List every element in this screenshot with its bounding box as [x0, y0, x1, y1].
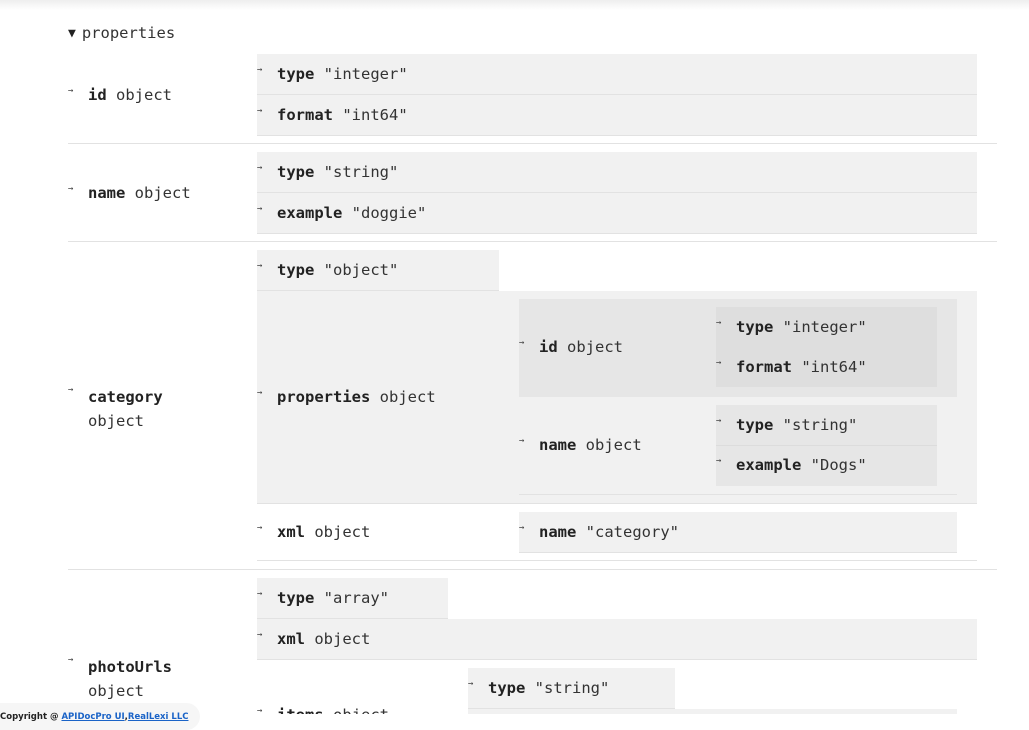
- arrow-icon: →: [68, 184, 74, 194]
- properties-toggle-label: properties: [81, 24, 176, 42]
- arrow-icon: →: [68, 655, 74, 665]
- name-example-row: example "doggie": [277, 204, 427, 222]
- property-key: category: [88, 388, 163, 406]
- property-separator: [68, 143, 997, 144]
- property-key: name: [88, 184, 126, 202]
- property-photoUrls[interactable]: photoUrls object: [88, 655, 172, 703]
- property-name[interactable]: name object: [88, 184, 191, 202]
- divider: [519, 494, 957, 495]
- property-type: object: [88, 412, 144, 430]
- photoUrls-type-row: type "array": [277, 589, 389, 607]
- property-key: photoUrls: [88, 658, 172, 676]
- arrow-icon: →: [257, 589, 263, 599]
- items-type-row: type "string": [488, 679, 610, 697]
- photoUrls-items-row[interactable]: items object: [277, 706, 389, 714]
- divider: [257, 233, 977, 234]
- nested-property-name[interactable]: name object: [539, 436, 642, 454]
- xml-name-row: name "category": [539, 523, 679, 541]
- arrow-icon: →: [68, 86, 74, 96]
- arrow-icon: →: [257, 523, 263, 533]
- divider: [716, 445, 937, 446]
- divider: [519, 552, 957, 553]
- nested-name-type-row: type "string": [736, 416, 858, 434]
- schema-viewer: ▼ properties → id object → type "integer…: [0, 0, 1029, 714]
- divider: [257, 192, 977, 193]
- arrow-icon: →: [68, 385, 74, 395]
- property-category[interactable]: category object: [88, 385, 163, 433]
- properties-toggle[interactable]: ▼ properties: [68, 24, 175, 42]
- arrow-icon: →: [519, 338, 525, 348]
- name-type-row: type "string": [277, 163, 399, 181]
- divider: [257, 94, 977, 95]
- divider: [257, 503, 977, 504]
- category-type-row: type "object": [277, 261, 399, 279]
- arrow-icon: →: [257, 706, 263, 714]
- category-properties-row[interactable]: properties object: [277, 388, 436, 406]
- nested-name-example-row: example "Dogs": [736, 456, 867, 474]
- copyright-footer: Copyright @ APIDocPro UI, RealLexi LLC: [0, 703, 201, 730]
- items-next-box: [468, 709, 957, 714]
- arrow-icon: →: [716, 416, 722, 426]
- property-type: object: [88, 682, 144, 700]
- arrow-icon: →: [716, 358, 722, 368]
- divider: [257, 659, 977, 660]
- property-key: id: [88, 86, 107, 104]
- nested-id-format-row: format "int64": [736, 358, 867, 376]
- arrow-icon: →: [519, 523, 525, 533]
- arrow-icon: →: [257, 65, 263, 75]
- divider: [257, 560, 977, 561]
- arrow-icon: →: [257, 204, 263, 214]
- photoUrls-xml-row[interactable]: xml object: [277, 630, 370, 648]
- nested-property-id[interactable]: id object: [539, 338, 623, 356]
- id-type-row: type "integer": [277, 65, 408, 83]
- arrow-icon: →: [716, 456, 722, 466]
- arrow-icon: →: [468, 679, 474, 689]
- copyright-text: Copyright @: [0, 711, 59, 722]
- arrow-icon: →: [257, 106, 263, 116]
- arrow-icon: →: [519, 436, 525, 446]
- category-xml-row[interactable]: xml object: [277, 523, 370, 541]
- id-format-row: format "int64": [277, 106, 408, 124]
- arrow-icon: →: [257, 261, 263, 271]
- nested-id-type-row: type "integer": [736, 318, 867, 336]
- arrow-icon: →: [257, 388, 263, 398]
- triangle-down-icon: ▼: [68, 25, 76, 41]
- property-type: object: [116, 86, 173, 104]
- arrow-icon: →: [257, 163, 263, 173]
- divider: [257, 135, 977, 136]
- property-type: object: [134, 184, 191, 202]
- reallexi-link[interactable]: RealLexi LLC: [128, 712, 189, 722]
- property-separator: [68, 569, 997, 570]
- arrow-icon: →: [257, 630, 263, 640]
- arrow-icon: →: [716, 318, 722, 328]
- property-separator: [68, 241, 997, 242]
- property-id[interactable]: id object: [88, 86, 172, 104]
- apidocpro-link[interactable]: APIDocPro UI: [61, 712, 124, 722]
